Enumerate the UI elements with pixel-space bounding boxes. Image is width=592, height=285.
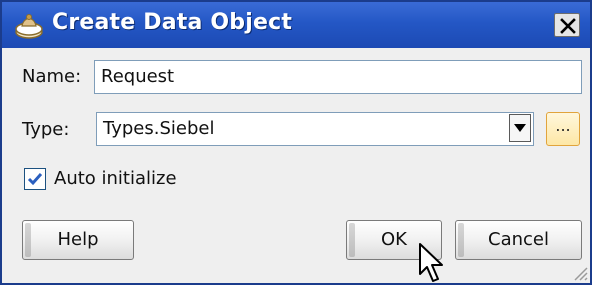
close-button[interactable]: [554, 13, 580, 37]
create-data-object-dialog: Create Data Object Name: Request Type: T…: [0, 0, 592, 285]
name-input[interactable]: Request: [94, 60, 582, 94]
auto-initialize-checkbox[interactable]: [24, 168, 46, 190]
chevron-down-icon: [514, 124, 526, 132]
title-bar[interactable]: Create Data Object: [2, 2, 590, 48]
type-label: Type:: [22, 119, 70, 140]
type-dropdown-button[interactable]: [509, 114, 531, 142]
browse-button[interactable]: ...: [546, 112, 580, 146]
check-icon: [27, 173, 43, 186]
type-value: Types.Siebel: [103, 118, 215, 139]
help-button[interactable]: Help: [22, 220, 134, 260]
mouse-cursor-icon: [419, 243, 443, 282]
data-object-icon: [14, 12, 44, 40]
resize-grip-icon[interactable]: [572, 265, 588, 281]
dialog-title: Create Data Object: [52, 10, 293, 35]
name-label: Name:: [22, 66, 82, 87]
cancel-button[interactable]: Cancel: [455, 220, 582, 260]
auto-initialize-label: Auto initialize: [54, 168, 177, 189]
close-icon: [560, 18, 576, 34]
type-combo[interactable]: Types.Siebel: [96, 112, 534, 146]
